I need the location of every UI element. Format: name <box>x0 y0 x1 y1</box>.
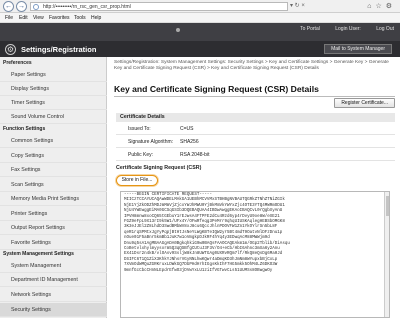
log-out-link[interactable]: Log Out <box>376 26 394 32</box>
detail-label: Issued To: <box>128 126 151 132</box>
mail-system-manager-button[interactable]: Mail to System Manager <box>324 44 392 54</box>
sidebar-heading-system: System Management Settings <box>3 251 74 257</box>
url-text: http://•••••••••/rn_rsc_gen_csr_prop.htm… <box>43 4 131 10</box>
detail-label: Public Key: <box>128 152 154 158</box>
sidebar-heading-function: Function Settings <box>3 126 46 132</box>
sidebar-item-copy-settings[interactable]: Copy Settings <box>0 149 107 163</box>
login-user-label: Login User: <box>335 26 361 32</box>
sidebar-item-paper-settings[interactable]: Paper Settings <box>0 68 107 82</box>
main-content: Settings/Registration: System Management… <box>107 57 400 318</box>
settings-gear-icon: ⚙ <box>5 44 16 55</box>
to-portal-link[interactable]: To Portal <box>300 26 320 32</box>
breadcrumb: Settings/Registration: System Management… <box>114 60 389 71</box>
title-divider <box>114 96 395 97</box>
sidebar-item-system-management[interactable]: System Management <box>0 259 107 273</box>
csr-textarea[interactable]: -----BEGIN CERTIFICATE REQUEST----- MIICz… <box>120 191 390 318</box>
menu-favorites[interactable]: Favorites <box>49 15 70 21</box>
menu-file[interactable]: File <box>5 15 13 21</box>
certificate-details-header: Certificate Details <box>116 113 395 122</box>
url-input[interactable]: http://•••••••••/rn_rsc_gen_csr_prop.htm… <box>30 2 288 11</box>
sidebar-item-common-settings[interactable]: Common Settings <box>0 134 107 148</box>
menu-help[interactable]: Help <box>91 15 101 21</box>
register-certificate-button[interactable]: Register Certificate... <box>334 98 395 108</box>
app-header: To Portal Login User: Log Out ⚙ Settings… <box>0 23 400 57</box>
sidebar-item-output-report[interactable]: Output Report Settings <box>0 221 107 235</box>
menu-view[interactable]: View <box>33 15 44 21</box>
sidebar-item-memory-media[interactable]: Memory Media Print Settings <box>0 192 107 206</box>
csr-line: 9mnfGcCbcCHnNLEpdrEfwO3jDVwYxLU1ziIfVGTw… <box>124 268 273 273</box>
browser-menu-bar: File Edit View Favorites Tools Help <box>0 13 400 23</box>
sidebar-item-fax-settings[interactable]: Fax Settings <box>0 163 107 177</box>
detail-row-signature-algorithm: Signature Algorithm: SHA256 <box>116 136 395 148</box>
detail-value: SHA256 <box>180 139 199 145</box>
header-links: To Portal Login User: Log Out <box>286 26 394 32</box>
detail-row-issued-to: Issued To: C=US <box>116 123 395 135</box>
sidebar-item-security-settings[interactable]: Security Settings <box>0 303 107 317</box>
page-icon <box>33 4 39 10</box>
menu-edit[interactable]: Edit <box>19 15 28 21</box>
sidebar-heading-preferences: Preferences <box>3 60 32 66</box>
certificate-details-section: Certificate Details Issued To: C=US Sign… <box>116 113 395 318</box>
separator-dot <box>176 28 180 32</box>
sidebar: Preferences Paper Settings Display Setti… <box>0 57 107 318</box>
sidebar-item-timer-settings[interactable]: Timer Settings <box>0 96 107 110</box>
detail-value: C=US <box>180 126 194 132</box>
sidebar-item-network-settings[interactable]: Network Settings <box>0 288 107 302</box>
sidebar-item-favorite-settings[interactable]: Favorite Settings <box>0 236 107 250</box>
app-title: Settings/Registration <box>21 45 97 54</box>
csr-label: Certificate Signing Request (CSR) <box>116 165 202 171</box>
sidebar-item-printer-settings[interactable]: Printer Settings <box>0 207 107 221</box>
detail-label: Signature Algorithm: <box>128 139 174 145</box>
detail-row-public-key: Public Key: RSA 2048-bit <box>116 149 395 161</box>
detail-value: RSA 2048-bit <box>180 152 210 158</box>
window-controls[interactable]: ⌂☆⚙ <box>367 2 396 10</box>
page-title: Key and Certificate Signing Request (CSR… <box>114 84 319 94</box>
forward-arrow-icon[interactable]: → <box>16 1 27 12</box>
title-bar: ⚙ Settings/Registration Mail to System M… <box>0 41 400 57</box>
sidebar-item-department-id[interactable]: Department ID Management <box>0 273 107 287</box>
csr-scrollbar[interactable] <box>384 192 389 317</box>
refresh-icon[interactable]: ▾ ↻ × <box>290 2 305 9</box>
sidebar-item-scan-settings[interactable]: Scan Settings <box>0 178 107 192</box>
back-arrow-icon[interactable]: ← <box>3 1 14 12</box>
browser-address-bar: ← → http://•••••••••/rn_rsc_gen_csr_prop… <box>0 0 400 13</box>
store-in-file-button[interactable]: Store in File... <box>116 175 158 186</box>
sidebar-item-sound-volume[interactable]: Sound Volume Control <box>0 110 107 124</box>
menu-tools[interactable]: Tools <box>74 15 86 21</box>
sidebar-item-display-settings[interactable]: Display Settings <box>0 82 107 96</box>
